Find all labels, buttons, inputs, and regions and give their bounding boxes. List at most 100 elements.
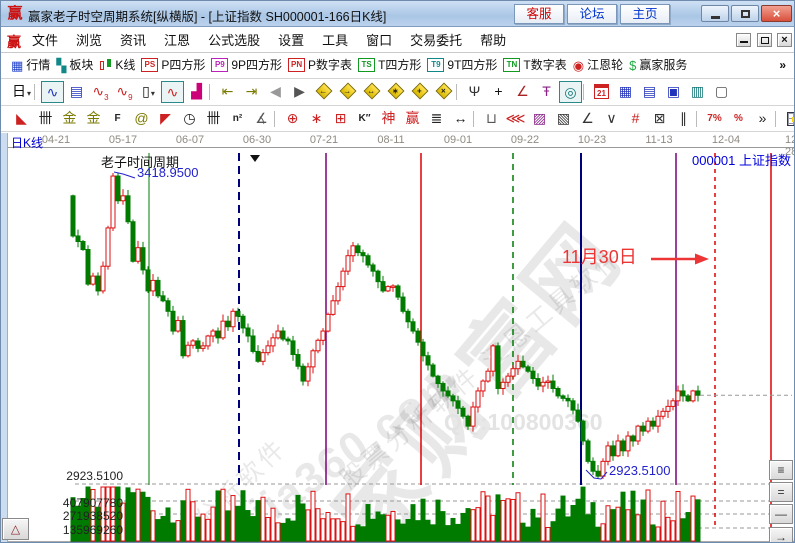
window-title: 赢家老子时空周期系统[纵横版] - [上证指数 SH000001-166日K线] [28,6,386,25]
info-panel-icon[interactable]: ▤ [65,81,88,103]
calendar-21-icon[interactable]: 21 [590,81,613,103]
width-measure-icon[interactable]: ↔ [449,108,472,130]
toolbar-item-t-square[interactable]: TST四方形 [356,54,421,79]
notes-doc-icon[interactable]: ▤ [638,81,661,103]
calculator-icon[interactable]: ▦ [614,81,637,103]
cycle-add-icon[interactable]: + [408,81,431,103]
goto-first-icon[interactable]: ⇤ [216,81,239,103]
toolbar-item-t-number-table[interactable]: TNT数字表 [501,54,566,79]
percent-seven-icon[interactable]: 7% [703,108,726,130]
period-day-dropdown-icon[interactable]: 日▾ [10,81,33,103]
golden-ratio-icon[interactable]: 金 [82,108,105,130]
toolbar-item-gann-wheel[interactable]: ◉江恩轮 [571,54,623,79]
minimize-button[interactable] [701,5,729,22]
menu-item-交易委托[interactable]: 交易委托 [401,28,471,53]
save-disk-icon[interactable]: ▣ [662,81,685,103]
parallel-lines-icon[interactable]: ∥ [672,108,695,130]
pan-hand-tool-icon[interactable]: Ψ [463,81,486,103]
menu-item-帮助[interactable]: 帮助 [471,28,515,53]
cycle-brain-tool-icon[interactable]: ◎ [559,81,582,103]
zigzag-line-tool-icon[interactable]: ∿ [41,81,64,103]
toolbar-item-winner-service[interactable]: $赢家服务 [627,54,687,79]
spiral-tool-icon[interactable]: @ [130,108,153,130]
expand-pane-button[interactable]: △ [2,518,29,540]
menu-item-浏览[interactable]: 浏览 [67,28,111,53]
quick-link-客服[interactable]: 客服 [514,4,564,24]
box-burst-icon[interactable]: ⊞ [329,108,352,130]
cycle-left-icon[interactable]: ← [312,81,335,103]
grid-yellow-tool-icon[interactable] [782,108,795,130]
paint-knife-icon[interactable]: ◣ [10,108,33,130]
angle-line-tool-icon[interactable]: ∠ [511,81,534,103]
brush-knife-icon[interactable]: ◤ [154,108,177,130]
quick-link-论坛[interactable]: 论坛 [567,4,617,24]
period-label[interactable]: 日K线 [11,134,43,151]
golden-section-icon[interactable]: 金 [58,108,81,130]
goto-last-icon[interactable]: ⇥ [240,81,263,103]
menu-item-文件[interactable]: 文件 [23,28,67,53]
star-burst-icon[interactable]: ∗ [305,108,328,130]
step-back-icon[interactable]: ◀ [264,81,287,103]
menu-item-资讯[interactable]: 资讯 [111,28,155,53]
wave-9-tool-icon[interactable]: ∿9 [113,81,136,103]
child-close-button[interactable]: × [777,33,792,47]
toolbar-item-p-square[interactable]: PSP四方形 [139,54,205,79]
ying-tool-icon[interactable]: 赢 [401,108,424,130]
color-histogram-icon[interactable]: ▟ [185,81,208,103]
abacus-icon[interactable]: ≣ [425,108,448,130]
fan-box-icon[interactable]: ▨ [528,108,551,130]
gann-marker-tool-icon[interactable]: Ŧ [535,81,558,103]
trend-scribble-tool-icon[interactable]: ∿ [161,81,184,103]
close-button[interactable]: × [761,5,792,22]
candle-style-dropdown-icon[interactable]: ▯▾ [137,81,160,103]
compress-button-1[interactable]: ≡ [769,460,793,480]
network-share-icon[interactable]: ▥ [686,81,709,103]
compress-button-2[interactable]: = [769,482,793,502]
child-minimize-button[interactable] [736,33,751,47]
crosshair-tool-icon[interactable]: + [487,81,510,103]
fibonacci-ruler-icon[interactable]: F [106,108,129,130]
v-wave-icon[interactable]: ∨ [600,108,623,130]
circle-target-icon[interactable]: ⊕ [281,108,304,130]
menu-item-工具[interactable]: 工具 [313,28,357,53]
toolbar-item-p-number-table[interactable]: PNP数字表 [286,54,352,79]
grid-arrow-icon[interactable]: ⊠ [648,108,671,130]
percent-line-icon[interactable]: % [727,108,750,130]
compress-button-3[interactable]: — [769,504,793,524]
menu-item-窗口[interactable]: 窗口 [357,28,401,53]
cycle-star-icon[interactable]: ∗ [384,81,407,103]
gann-fan-icon[interactable]: ⋘ [504,108,527,130]
cycle-cross-icon[interactable]: × [432,81,455,103]
toolbar-item-quotes[interactable]: ▦行情 [9,54,50,79]
cycle-right-icon[interactable]: → [336,81,359,103]
step-forward-icon[interactable]: ▶ [288,81,311,103]
overflow-more-icon[interactable]: » [751,108,774,130]
menu-item-公式选股[interactable]: 公式选股 [199,28,269,53]
compress-button-4[interactable]: → [769,527,793,543]
toolbar-item-9t-square[interactable]: T99T四方形 [425,54,497,79]
ruler-hatch-icon[interactable]: 卌 [34,108,57,130]
k-prime-icon[interactable]: K″ [353,108,376,130]
n-square-icon[interactable]: n² [226,108,249,130]
angle-fan-icon[interactable]: ∠ [576,108,599,130]
child-restore-button[interactable] [757,33,772,47]
menu-item-设置[interactable]: 设置 [269,28,313,53]
toolbar-overflow[interactable]: » [779,54,786,79]
toolbar-item-kline[interactable]: K线 [97,54,135,79]
angle-compass-icon[interactable]: ∡ [250,108,273,130]
gann-grid-icon[interactable]: # [624,108,647,130]
date-tick-10-23: 10-23 [578,134,606,146]
menu-item-江恩[interactable]: 江恩 [155,28,199,53]
time-clock-icon[interactable]: ◷ [178,108,201,130]
quick-link-主页[interactable]: 主页 [620,4,670,24]
shen-tool-icon[interactable]: 神 [377,108,400,130]
wave-3-tool-icon[interactable]: ∿3 [89,81,112,103]
workstation-icon[interactable]: ▢ [710,81,733,103]
diagonal-box-icon[interactable]: ▧ [552,108,575,130]
restore-button[interactable] [731,5,759,22]
toolbar-item-sectors[interactable]: ▚板块 [54,54,93,79]
toolbar-item-9p-square[interactable]: P99P四方形 [209,54,282,79]
box-frame-tool-icon[interactable]: ⊔ [480,108,503,130]
price-ruler-icon[interactable]: 卌 [202,108,225,130]
cycle-both-icon[interactable]: ↔ [360,81,383,103]
